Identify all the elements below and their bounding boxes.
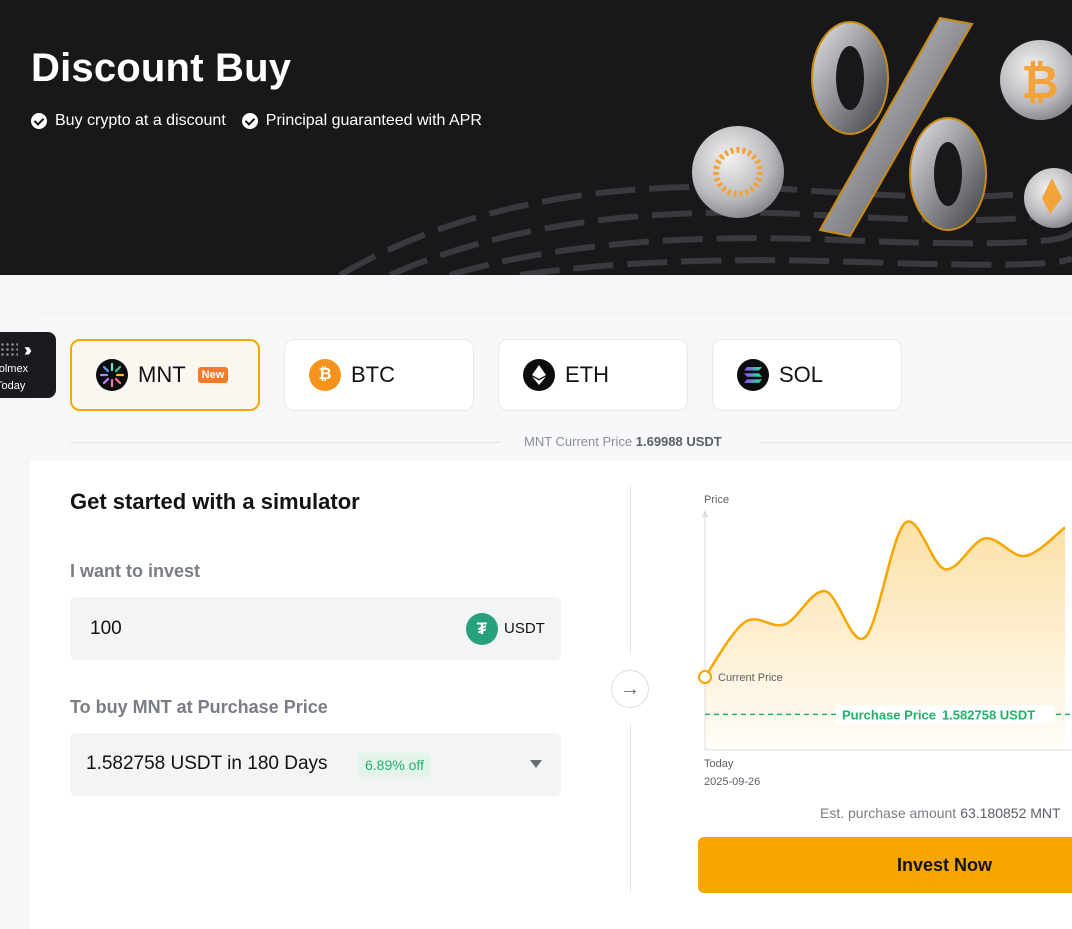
- coin-tabs: MNT New ₿ BTC ETH SOL: [70, 339, 902, 411]
- invest-label: I want to invest: [70, 561, 201, 581]
- widget-brand-sublabel: Today: [0, 380, 26, 392]
- grid-logo-icon: [0, 342, 18, 356]
- current-price-marker: [698, 670, 712, 684]
- divider: [70, 442, 500, 443]
- usdt-icon: ₮: [466, 613, 498, 645]
- check-circle-icon: [241, 113, 258, 129]
- simulator-title: Get started with a simulator: [70, 489, 360, 514]
- divider: [760, 442, 1072, 443]
- new-badge: New: [197, 367, 229, 383]
- percent-icon: [811, 16, 987, 238]
- tab-label: BTC: [351, 362, 395, 387]
- tab-mnt[interactable]: MNT New: [70, 339, 260, 411]
- hero-features: Buy crypto at a discount Principal guara…: [31, 112, 482, 130]
- tab-label: SOL: [779, 362, 824, 387]
- current-price-row: MNT Current Price 1.69988 USDT: [70, 432, 1072, 452]
- vertical-divider: [630, 724, 631, 892]
- feature-item: Buy crypto at a discount: [31, 112, 226, 130]
- coin-left-icon: [692, 126, 784, 218]
- hero-illustration: ₿: [338, 16, 1072, 275]
- tab-label: MNT: [138, 362, 186, 387]
- x-start-label: Today: [704, 758, 734, 770]
- current-price-label: Current Price: [718, 672, 783, 684]
- invest-amount-value[interactable]: 100: [90, 618, 122, 640]
- purchase-price-select[interactable]: 1.582758 USDT in 180 Days 6.89% off: [70, 733, 561, 796]
- x-start-date: 2025-09-26: [704, 776, 760, 788]
- invest-amount-input[interactable]: 100 ₮ USDT: [70, 597, 561, 660]
- sol-icon: [737, 359, 769, 391]
- y-axis-arrow: [702, 510, 708, 517]
- tab-label: ETH: [565, 362, 609, 387]
- current-price-text: MNT Current Price 1.69988 USDT: [524, 434, 722, 449]
- tab-btc[interactable]: ₿ BTC: [284, 339, 474, 411]
- coin-right-icon: [1024, 168, 1072, 228]
- svg-text:₿: ₿: [1021, 56, 1059, 108]
- tab-eth[interactable]: ETH: [498, 339, 688, 411]
- widget-brand-label: Volmex: [0, 363, 29, 375]
- invest-unit: USDT: [504, 620, 545, 637]
- estimated-amount: Est. purchase amount 63.180852 MNT: [820, 805, 1061, 821]
- hero-banner: ₿ Discount Buy Buy crypto at a discount …: [0, 0, 1072, 275]
- invest-now-button[interactable]: Invest Now: [698, 837, 1072, 893]
- mnt-icon: [96, 359, 128, 391]
- feature-text: Principal guaranteed with APR: [265, 112, 482, 129]
- price-chart: Price Current Price Purchase Price 1.5827…: [698, 494, 1072, 788]
- purchase-option-text: 1.582758 USDT in 180 Days: [86, 753, 328, 774]
- arrow-right-icon: →: [611, 670, 649, 708]
- double-chevron-right-icon: ››: [24, 340, 32, 360]
- chevron-down-icon: [530, 760, 542, 768]
- feature-item: Principal guaranteed with APR: [241, 112, 482, 130]
- feature-text: Buy crypto at a discount: [55, 112, 226, 129]
- discount-badge: 6.89% off: [358, 753, 431, 777]
- page-title: Discount Buy: [31, 46, 292, 90]
- check-circle-icon: [31, 113, 47, 129]
- btc-icon: ₿: [309, 359, 341, 391]
- tab-sol[interactable]: SOL: [712, 339, 902, 411]
- vertical-divider: [630, 485, 631, 653]
- bitcoin-coin-icon: ₿: [1000, 40, 1072, 120]
- side-widget[interactable]: ›› Volmex Today: [0, 332, 56, 398]
- purchase-label: To buy MNT at Purchase Price: [70, 697, 328, 717]
- current-price-value: 1.69988 USDT: [635, 434, 722, 449]
- y-axis-label: Price: [704, 494, 729, 506]
- eth-icon: [523, 359, 555, 391]
- estimated-amount-value: 63.180852 MNT: [960, 805, 1061, 821]
